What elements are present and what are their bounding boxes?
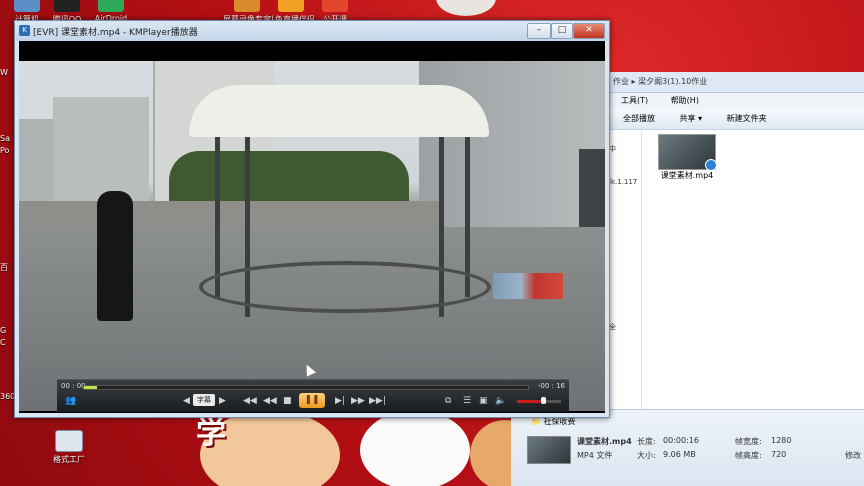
video-bench [199, 261, 491, 313]
pause-button[interactable]: ❚❚ [299, 393, 325, 408]
video-gazebo-roof [189, 85, 489, 137]
nav-item[interactable]: lk.1.117 [609, 178, 641, 186]
volume-knob[interactable] [541, 397, 547, 404]
volume-level [517, 400, 544, 403]
desktop-wallpaper-decoration [360, 410, 470, 486]
maximize-button[interactable]: □ [551, 23, 573, 39]
length-value: 00:00:16 [663, 436, 699, 445]
video-gas-cylinders [493, 273, 563, 299]
minimize-button[interactable]: – [527, 23, 551, 39]
share-button[interactable]: 共享 ▾ [680, 114, 703, 123]
prev-subtitle-button[interactable]: ◀ [183, 395, 190, 407]
window-title: [EVR] 课堂素材.mp4 - KMPlayer播放器 [33, 28, 198, 38]
video-person [97, 191, 133, 321]
format-factory-icon [55, 430, 83, 452]
fast-forward-button[interactable]: ▶▶ [351, 395, 365, 407]
kmplayer-icon: K [19, 25, 30, 36]
computer-icon [14, 0, 40, 12]
stop-button[interactable]: ■ [283, 395, 292, 407]
play-all-button[interactable]: 全部播放 [623, 114, 655, 123]
explorer-window: 作业 ▸ 梁夕阁3(1).10作业 工具(T) 帮助(H) 全部播放 共享 ▾ … [511, 72, 864, 486]
menu-help[interactable]: 帮助(H) [671, 96, 699, 105]
details-file-type: MP4 文件 [577, 451, 613, 460]
details-pane: 📁 社保收费 课堂素材.mp4 MP4 文件 长度: 00:00:16 大小: … [511, 409, 864, 486]
video-building [53, 97, 149, 207]
kmplayer-window: K [EVR] 课堂素材.mp4 - KMPlayer播放器 – □ ✕ 00 … [14, 20, 610, 418]
address-bar[interactable]: 作业 ▸ 梁夕阁3(1).10作业 [601, 72, 864, 93]
capture-icon[interactable]: ⧉ [445, 395, 451, 407]
video-frame [19, 61, 605, 411]
file-item[interactable]: 课堂素材.mp4 [655, 134, 719, 181]
size-label: 大小: [637, 451, 656, 460]
video-building [19, 119, 55, 201]
volume-icon[interactable]: 🔈 [495, 395, 506, 407]
open-class-icon [322, 0, 348, 12]
details-thumbnail [527, 436, 571, 464]
modified-label: 修改 [845, 451, 861, 460]
next-subtitle-button[interactable]: ▶ [219, 395, 226, 407]
seek-progress [84, 386, 98, 389]
video-thumbnail [658, 134, 717, 171]
nav-item[interactable]: 全 [609, 322, 641, 332]
user-icon[interactable]: 👥 [65, 395, 76, 407]
frame-height-label: 帧高度: [735, 451, 762, 460]
rewind-button[interactable]: ◀◀ [263, 395, 277, 407]
playlist-icon[interactable]: ☰ [463, 395, 471, 407]
video-wall [19, 201, 439, 227]
details-file-name: 课堂素材.mp4 [577, 437, 632, 446]
frame-width-value: 1280 [771, 436, 792, 445]
new-folder-button[interactable]: 新建文件夹 [727, 114, 767, 123]
volume-slider[interactable] [517, 397, 561, 404]
airdroid-icon [98, 0, 124, 12]
nav-item[interactable]: 中 [609, 144, 641, 154]
subtitle-button[interactable]: 字幕 [193, 394, 215, 406]
screen-icon[interactable]: ▣ [479, 395, 488, 407]
remaining-time: -00 : 16 [537, 382, 565, 390]
size-value: 9.06 MB [663, 450, 696, 459]
menu-tools[interactable]: 工具(T) [621, 96, 648, 105]
explorer-toolbar: 全部播放 共享 ▾ 新建文件夹 [601, 109, 864, 130]
douyu-icon [278, 0, 304, 12]
playback-controls: 00 : 00 -00 : 16 👥 ◀ 字幕 ▶ ◀◀ ◀◀ ■ ❚❚ ▶| … [57, 379, 569, 412]
qq-icon [54, 0, 80, 12]
skip-forward-button[interactable]: ▶▶| [369, 395, 386, 407]
desktop-icon-label: 格式工厂 [53, 455, 85, 464]
menu-bar: 工具(T) 帮助(H) [601, 93, 864, 109]
folder-name: 社保收费 [543, 417, 576, 426]
length-label: 长度: [637, 437, 656, 446]
video-area[interactable]: 00 : 00 -00 : 16 👥 ◀ 字幕 ▶ ◀◀ ◀◀ ■ ❚❚ ▶| … [19, 41, 605, 413]
elapsed-time: 00 : 00 [61, 382, 86, 390]
desktop-wallpaper-decoration [436, 0, 496, 16]
close-button[interactable]: ✕ [573, 23, 605, 39]
title-bar[interactable]: K [EVR] 课堂素材.mp4 - KMPlayer播放器 – □ ✕ [15, 21, 609, 41]
skip-back-button[interactable]: ◀◀ [243, 395, 257, 407]
file-name: 课堂素材.mp4 [660, 171, 714, 180]
frame-width-label: 帧宽度: [735, 437, 762, 446]
seek-bar[interactable] [83, 385, 529, 390]
screen-recorder-icon [234, 0, 260, 12]
step-forward-button[interactable]: ▶| [335, 395, 345, 407]
frame-height-value: 720 [771, 450, 787, 459]
desktop-icon-format-factory[interactable]: 格式工厂 [42, 430, 96, 465]
